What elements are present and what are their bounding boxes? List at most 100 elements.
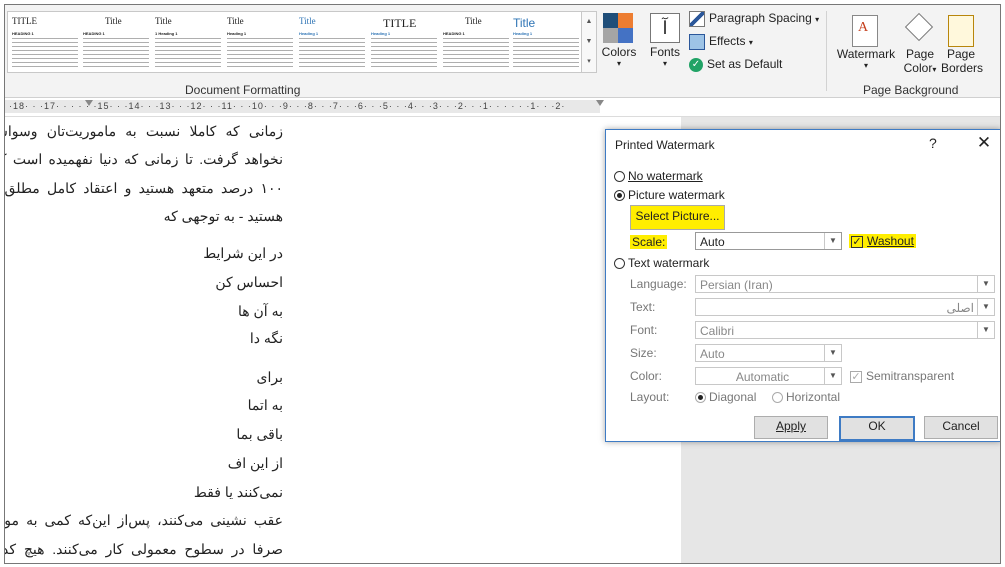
style-set-thumbnail[interactable]: TITLE Heading 1 xyxy=(369,14,439,70)
style-set-heading: Heading 1 xyxy=(299,31,319,36)
effects-button[interactable]: Effects ▾ xyxy=(689,34,753,50)
document-text-line[interactable]: باقی بما xyxy=(236,426,283,443)
page-color-label-1: Page xyxy=(905,47,935,61)
language-value: Persian (Iran) xyxy=(700,278,773,292)
washout-checkbox[interactable]: ✓ Washout xyxy=(849,234,916,248)
document-text-line[interactable]: ۱۰۰ درصد متعهد هستید و اعتقاد کامل مطلق … xyxy=(5,180,283,197)
chevron-down-icon[interactable]: ▼ xyxy=(977,299,994,315)
document-text-line[interactable]: به اتما xyxy=(248,397,283,414)
style-set-title: Title xyxy=(513,16,536,30)
style-set-thumbnail[interactable]: Title HEADING 1 xyxy=(81,14,151,70)
theme-colors-icon[interactable] xyxy=(603,13,633,43)
page-borders-label-1: Page xyxy=(946,47,976,61)
effects-label: Effects xyxy=(709,34,746,49)
color-combo[interactable]: Automatic ▼ xyxy=(695,367,842,385)
indent-marker-icon[interactable] xyxy=(596,100,604,106)
group-separator xyxy=(826,11,827,91)
style-set-body-text xyxy=(299,38,365,68)
document-text-line[interactable]: نخواهد گرفت. تا زمانی که دنیا نفهمیده اس… xyxy=(5,151,283,168)
chevron-down-icon: ▾ xyxy=(616,59,621,68)
style-set-body-text xyxy=(443,38,509,68)
text-label: Text: xyxy=(630,300,656,314)
scroll-up-icon[interactable]: ▲ xyxy=(582,12,596,32)
style-set-title: TITLE xyxy=(12,16,37,26)
chevron-down-icon[interactable]: ▼ xyxy=(824,368,841,384)
diagonal-radio[interactable]: Diagonal xyxy=(695,390,756,404)
document-text-line[interactable]: نمی‌کنند یا فقط xyxy=(194,484,283,501)
chevron-down-icon[interactable]: ▼ xyxy=(824,345,841,361)
font-label: Font: xyxy=(630,323,658,337)
fonts-button[interactable]: Fonts ▾ xyxy=(645,45,685,68)
style-set-heading: Heading 1 xyxy=(227,31,247,36)
style-set-body-text xyxy=(227,38,293,68)
fonts-icon[interactable]: آ xyxy=(650,13,680,43)
radio-selected-icon xyxy=(614,190,625,202)
document-text-line[interactable]: در این شرایط xyxy=(203,245,283,262)
ok-button[interactable]: OK xyxy=(839,416,915,441)
page-borders-button[interactable]: Page Borders xyxy=(941,47,984,75)
gallery-more-icon[interactable]: ▾ xyxy=(582,52,596,72)
document-text-line[interactable]: برای xyxy=(257,369,283,386)
page-background-group-label: Page Background xyxy=(863,83,959,97)
size-value: Auto xyxy=(700,347,725,361)
style-set-thumbnail[interactable]: Title Heading 1 xyxy=(511,14,581,70)
watermark-glyph-icon: A xyxy=(858,20,869,35)
page-borders-label-2: Borders xyxy=(941,61,984,75)
indent-marker-icon[interactable] xyxy=(85,100,93,106)
document-text-line[interactable]: از این اف xyxy=(228,455,283,472)
page-color-icon xyxy=(904,12,934,42)
cancel-button[interactable]: Cancel xyxy=(924,416,998,439)
document-page[interactable]: زمانی که کاملا نسبت به ماموریت‌تان وسواس… xyxy=(5,117,681,563)
chevron-down-icon[interactable]: ▼ xyxy=(977,322,994,338)
document-text-line[interactable]: هستید - به توجهی که xyxy=(164,208,283,225)
colors-button[interactable]: Colors ▾ xyxy=(599,45,639,68)
watermark-button[interactable]: Watermark ▾ xyxy=(833,47,899,70)
style-set-thumbnail[interactable]: Title 1 Heading 1 xyxy=(153,14,223,70)
style-set-heading: Heading 1 xyxy=(513,31,533,36)
style-set-thumbnail[interactable]: Title Heading 1 xyxy=(297,14,367,70)
chevron-down-icon[interactable]: ▼ xyxy=(824,233,841,249)
set-as-default-button[interactable]: ✓ Set as Default xyxy=(689,57,782,72)
scale-value: Auto xyxy=(700,235,725,249)
no-watermark-radio[interactable]: No watermark xyxy=(614,169,703,183)
picture-watermark-radio[interactable]: Picture watermark xyxy=(614,188,725,202)
semitransparent-checkbox[interactable]: ✓ Semitransparent xyxy=(850,369,954,383)
style-set-thumbnail[interactable]: Title HEADING 1 xyxy=(441,14,511,70)
gallery-scroll[interactable]: ▲ ▼ ▾ xyxy=(581,11,597,73)
printed-watermark-dialog: Printed Watermark ? ✕ No watermark Pictu… xyxy=(605,129,1000,442)
horizontal-radio[interactable]: Horizontal xyxy=(772,390,840,404)
document-text-line[interactable]: به آن ها xyxy=(238,303,283,320)
text-watermark-radio[interactable]: Text watermark xyxy=(614,256,709,270)
style-set-thumbnail[interactable]: Title Heading 1 xyxy=(225,14,295,70)
watermark-label: Watermark xyxy=(836,47,896,61)
color-value: Automatic xyxy=(735,370,790,384)
scale-combo[interactable]: Auto ▼ xyxy=(695,232,842,250)
color-swatch-icon xyxy=(618,13,633,28)
style-set-thumbnail[interactable]: TITLE HEADING 1 xyxy=(10,14,80,70)
font-combo[interactable]: Calibri ▼ xyxy=(695,321,995,339)
word-window: TITLE HEADING 1 Title HEADING 1 Title 1 Headi… xyxy=(4,4,1001,564)
no-watermark-label: No watermark xyxy=(628,169,703,183)
paragraph-spacing-button[interactable]: Paragraph Spacing ▾ xyxy=(689,11,819,27)
document-text-line[interactable]: عقب نشینی می‌کنند، پس‌از این‌که کمی به م… xyxy=(5,512,283,529)
page-color-button[interactable]: Page Color▾ xyxy=(898,47,942,75)
document-text-line[interactable]: زمانی که کاملا نسبت به ماموریت‌تان وسواس… xyxy=(5,123,283,140)
language-combo[interactable]: Persian (Iran) ▼ xyxy=(695,275,995,293)
style-set-body-text xyxy=(371,38,437,68)
document-text-line[interactable]: احساس کن xyxy=(215,274,283,291)
chevron-down-icon[interactable]: ▼ xyxy=(977,276,994,292)
horizontal-ruler[interactable]: ·18· · ·17· · · · · ·15· · ·14· · ·13· ·… xyxy=(5,98,1000,117)
select-picture-button[interactable]: Select Picture... xyxy=(630,205,725,230)
chevron-down-icon: ▾ xyxy=(748,38,753,48)
size-combo[interactable]: Auto ▼ xyxy=(695,344,842,362)
apply-button[interactable]: Apply xyxy=(754,416,828,439)
help-button[interactable]: ? xyxy=(929,135,937,151)
document-text-line[interactable]: نگه دا xyxy=(250,330,283,347)
radio-icon xyxy=(614,171,625,183)
style-set-title: Title xyxy=(155,16,172,26)
close-icon[interactable]: ✕ xyxy=(970,131,998,155)
text-combo[interactable]: اصلی ▼ xyxy=(695,298,995,316)
scroll-down-icon[interactable]: ▼ xyxy=(582,32,596,52)
set-as-default-label: Set as Default xyxy=(707,57,783,71)
document-text-line[interactable]: صرفا در سطوح معمولی کار می‌کنند. هیچ کدا… xyxy=(5,541,283,558)
